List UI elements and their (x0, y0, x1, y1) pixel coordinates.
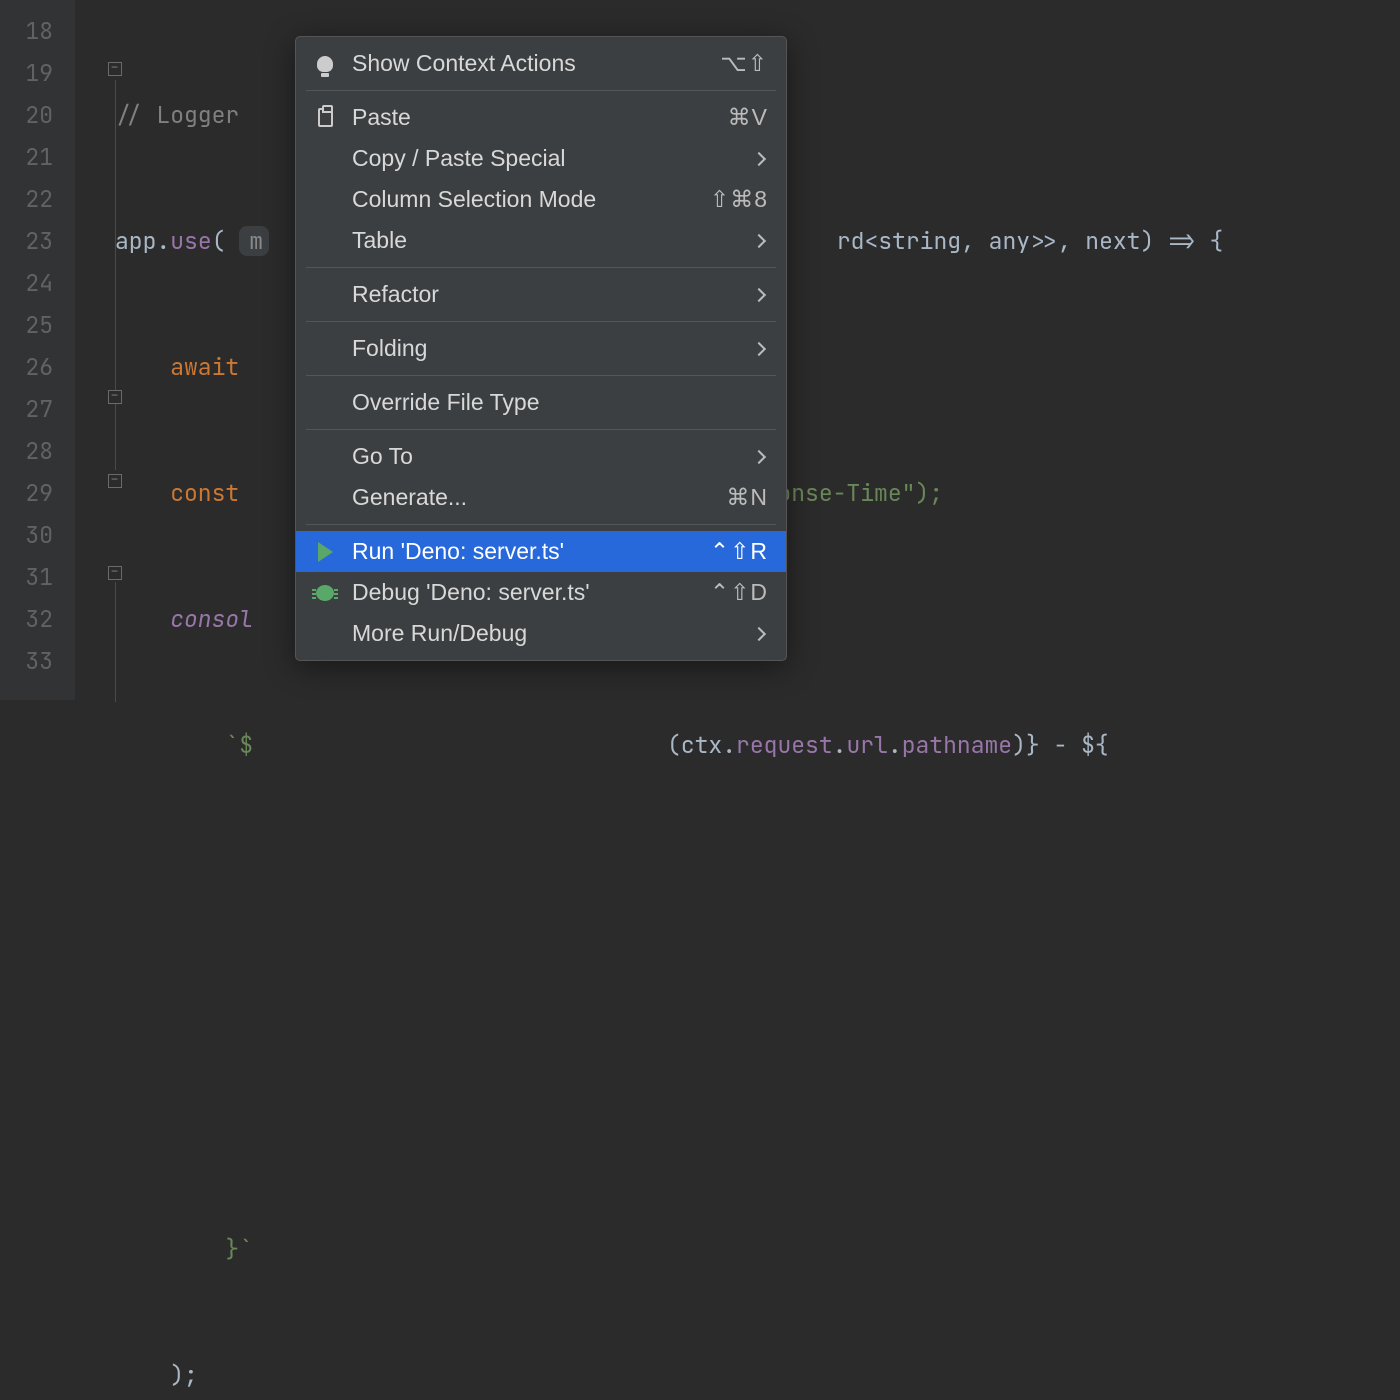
fold-gutter (75, 0, 115, 700)
menu-label: Override File Type (352, 389, 768, 416)
code-token: request (736, 730, 833, 760)
line-number: 31 (0, 556, 75, 598)
menu-label: Column Selection Mode (352, 186, 710, 213)
menu-paste[interactable]: Paste ⌘V (296, 97, 786, 138)
clipboard-icon (314, 107, 336, 129)
menu-context-actions[interactable]: Show Context Actions ⌥⇧ (296, 43, 786, 84)
chevron-right-icon (752, 287, 766, 301)
line-number: 24 (0, 262, 75, 304)
bulb-icon (314, 53, 336, 75)
menu-run[interactable]: Run 'Deno: server.ts' ⌃⇧R (296, 531, 786, 572)
code-token: await (170, 352, 239, 382)
menu-copy-paste-special[interactable]: Copy / Paste Special (296, 138, 786, 179)
line-number: 21 (0, 136, 75, 178)
line-number: 26 (0, 346, 75, 388)
chevron-right-icon (752, 626, 766, 640)
menu-separator (306, 321, 776, 322)
menu-shortcut: ⌘N (726, 484, 768, 511)
chevron-right-icon (752, 341, 766, 355)
menu-separator (306, 90, 776, 91)
line-number: 28 (0, 430, 75, 472)
code-token: app (115, 226, 156, 256)
line-number: 23 (0, 220, 75, 262)
code-token: url (846, 730, 887, 760)
menu-shortcut: ⌃⇧R (710, 538, 768, 565)
menu-label: Debug 'Deno: server.ts' (352, 579, 710, 606)
menu-shortcut: ⌥⇧ (720, 50, 768, 77)
code-token: , next) => { (1058, 226, 1224, 256)
code-token: }` (225, 1234, 253, 1264)
line-number: 33 (0, 640, 75, 682)
chevron-right-icon (752, 233, 766, 247)
line-number: 32 (0, 598, 75, 640)
chevron-right-icon (752, 449, 766, 463)
line-number: 22 (0, 178, 75, 220)
menu-shortcut: ⌘V (728, 104, 768, 131)
menu-label: Run 'Deno: server.ts' (352, 538, 710, 565)
bug-icon (314, 582, 336, 604)
code-token: (ctx. (667, 730, 736, 760)
code-token: `$ (225, 730, 253, 760)
menu-separator (306, 429, 776, 430)
menu-label: Refactor (352, 281, 754, 308)
code-token: use (170, 226, 211, 256)
menu-label: Generate... (352, 484, 726, 511)
context-menu: Show Context Actions ⌥⇧ Paste ⌘V Copy / … (295, 36, 787, 661)
menu-label: Go To (352, 443, 754, 470)
play-icon (314, 541, 336, 563)
code-token: consol (170, 604, 253, 634)
menu-folding[interactable]: Folding (296, 328, 786, 369)
menu-label: Folding (352, 335, 754, 362)
menu-refactor[interactable]: Refactor (296, 274, 786, 315)
line-number: 25 (0, 304, 75, 346)
menu-shortcut: ⌃⇧D (710, 579, 768, 606)
code-token: pathname (902, 730, 1012, 760)
menu-separator (306, 375, 776, 376)
param-hint: m (239, 226, 269, 256)
line-number: 20 (0, 94, 75, 136)
menu-label: More Run/Debug (352, 620, 754, 647)
chevron-right-icon (752, 151, 766, 165)
menu-table[interactable]: Table (296, 220, 786, 261)
line-number: 19 (0, 52, 75, 94)
menu-separator (306, 267, 776, 268)
menu-generate[interactable]: Generate... ⌘N (296, 477, 786, 518)
menu-go-to[interactable]: Go To (296, 436, 786, 477)
menu-column-selection[interactable]: Column Selection Mode ⇧⌘8 (296, 179, 786, 220)
code-token: )} - ${ (1012, 730, 1109, 760)
line-number: 27 (0, 388, 75, 430)
menu-debug[interactable]: Debug 'Deno: server.ts' ⌃⇧D (296, 572, 786, 613)
line-number-gutter: 18 19 20 21 22 23 24 25 26 27 28 29 30 3… (0, 0, 75, 700)
menu-label: Show Context Actions (352, 50, 720, 77)
menu-more-run-debug[interactable]: More Run/Debug (296, 613, 786, 654)
code-token: ); (170, 1360, 198, 1390)
menu-label: Table (352, 227, 754, 254)
line-number: 29 (0, 472, 75, 514)
code-comment: // Logger (115, 100, 239, 130)
code-token: rd<string, any>> (837, 226, 1058, 256)
line-number: 30 (0, 514, 75, 556)
menu-override-file-type[interactable]: Override File Type (296, 382, 786, 423)
menu-separator (306, 524, 776, 525)
menu-label: Copy / Paste Special (352, 145, 754, 172)
menu-label: Paste (352, 104, 728, 131)
menu-shortcut: ⇧⌘8 (710, 186, 768, 213)
line-number: 18 (0, 10, 75, 52)
code-token: const (170, 478, 239, 508)
